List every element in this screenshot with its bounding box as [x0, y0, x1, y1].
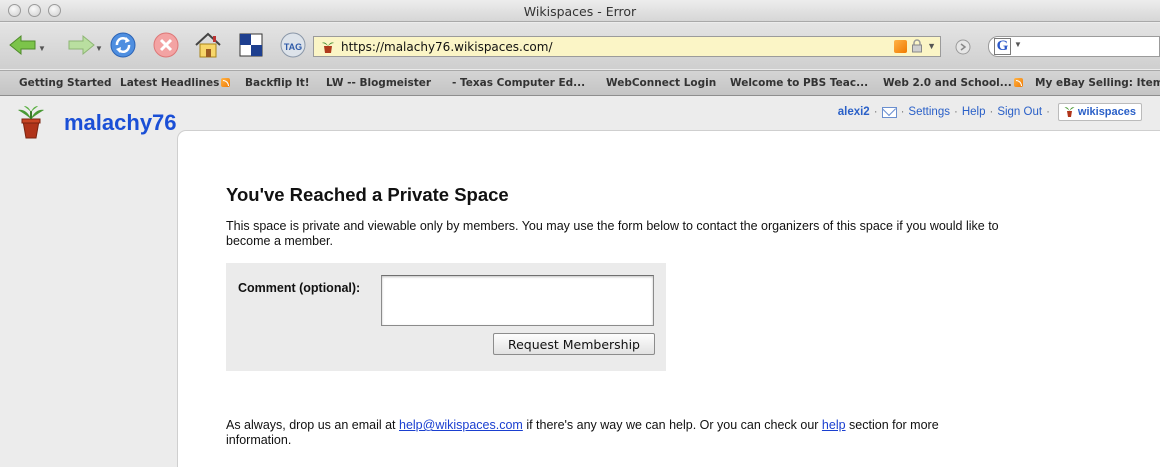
mail-icon[interactable] [881, 106, 897, 118]
sidebar-button[interactable] [236, 30, 266, 60]
intro-text: This space is private and viewable only … [226, 219, 999, 248]
comment-input[interactable] [381, 275, 654, 326]
bookmarks-bar: Getting Started Latest Headlines Backfli… [0, 70, 1160, 96]
window-titlebar: Wikispaces - Error [0, 0, 1160, 22]
stop-icon [153, 32, 179, 58]
bookmark-item[interactable]: My eBay Selling: Item [1035, 77, 1160, 89]
wikispaces-plant-logo-icon[interactable] [16, 105, 46, 139]
bookmark-item[interactable]: - Texas Computer Ed... [452, 77, 585, 89]
url-bar[interactable]: https://malachy76.wikispaces.com/ ▼ [313, 36, 941, 57]
back-arrow-icon [9, 34, 36, 56]
forward-button[interactable] [66, 30, 96, 60]
search-field[interactable]: G ▼ [988, 36, 1160, 57]
rss-feed-icon[interactable] [894, 39, 908, 53]
wikispaces-plant-icon [1064, 107, 1075, 117]
lock-icon [912, 39, 923, 53]
page-title: You've Reached a Private Space [226, 184, 509, 205]
email-help-link[interactable]: help@wikispaces.com [399, 418, 523, 432]
user-navigation: alexi2 · · Settings · Help · Sign Out · … [838, 103, 1142, 121]
forward-history-chevron-icon[interactable]: ▼ [95, 44, 103, 53]
home-icon [195, 32, 221, 58]
bookmark-item[interactable]: Welcome to PBS Teac... [730, 77, 868, 89]
comment-label: Comment (optional): [238, 281, 361, 295]
wikispaces-home-badge[interactable]: wikispaces [1057, 103, 1142, 121]
nav-separator: · [953, 106, 958, 118]
help-nav-link[interactable]: Help [962, 106, 986, 118]
rss-feed-icon [1013, 78, 1023, 87]
bookmark-item[interactable]: Latest Headlines [120, 77, 231, 89]
window-icon [239, 33, 263, 57]
reload-button[interactable] [108, 30, 138, 60]
username-link[interactable]: alexi2 [838, 106, 870, 118]
membership-request-form: Comment (optional): Request Membership [226, 263, 666, 371]
go-button[interactable] [955, 39, 971, 60]
wikispaces-brand-label: wikispaces [1077, 106, 1136, 118]
bookmark-item[interactable]: Backflip It! [245, 77, 310, 89]
go-icon [955, 39, 971, 55]
web-page: malachy76 alexi2 · · Settings · Help · S… [0, 97, 1160, 467]
sign-out-link[interactable]: Sign Out [997, 106, 1042, 118]
window-title: Wikispaces - Error [523, 4, 637, 19]
bookmark-item[interactable]: LW -- Blogmeister [326, 77, 431, 89]
rss-feed-icon [221, 78, 231, 87]
main-content-panel: You've Reached a Private Space This spac… [177, 130, 1160, 467]
back-history-chevron-icon[interactable]: ▼ [38, 44, 46, 53]
url-history-chevron-icon[interactable]: ▼ [927, 41, 936, 51]
back-button[interactable] [8, 30, 38, 60]
bookmark-item[interactable]: WebConnect Login [606, 77, 716, 89]
reload-icon [110, 32, 136, 58]
search-engine-chevron-icon[interactable]: ▼ [1014, 40, 1022, 49]
svg-text:TAG: TAG [284, 42, 302, 52]
forward-arrow-icon [68, 34, 95, 56]
bookmark-item[interactable]: Getting Started [19, 77, 112, 89]
nav-separator: · [873, 106, 878, 118]
google-search-icon[interactable]: G [994, 38, 1011, 55]
contact-text: As always, drop us an email at help@wiki… [226, 418, 939, 447]
tag-button[interactable]: TAG [278, 30, 308, 60]
bookmark-item[interactable]: Web 2.0 and School... [883, 77, 1023, 89]
site-name-link[interactable]: malachy76 [64, 110, 177, 136]
help-section-link[interactable]: help [822, 418, 846, 432]
home-button[interactable] [193, 30, 223, 60]
nav-separator: · [900, 106, 905, 118]
nav-separator: · [989, 106, 994, 118]
nav-separator: · [1046, 106, 1050, 118]
browser-toolbar: ▼ ▼ TAG https://malachy76.wikispaces.com… [0, 23, 1160, 69]
settings-link[interactable]: Settings [908, 106, 950, 118]
wikispaces-favicon-icon [322, 41, 334, 53]
request-membership-button[interactable]: Request Membership [493, 333, 655, 355]
tag-icon: TAG [280, 32, 306, 58]
url-text: https://malachy76.wikispaces.com/ [341, 39, 553, 54]
stop-button[interactable] [151, 30, 181, 60]
